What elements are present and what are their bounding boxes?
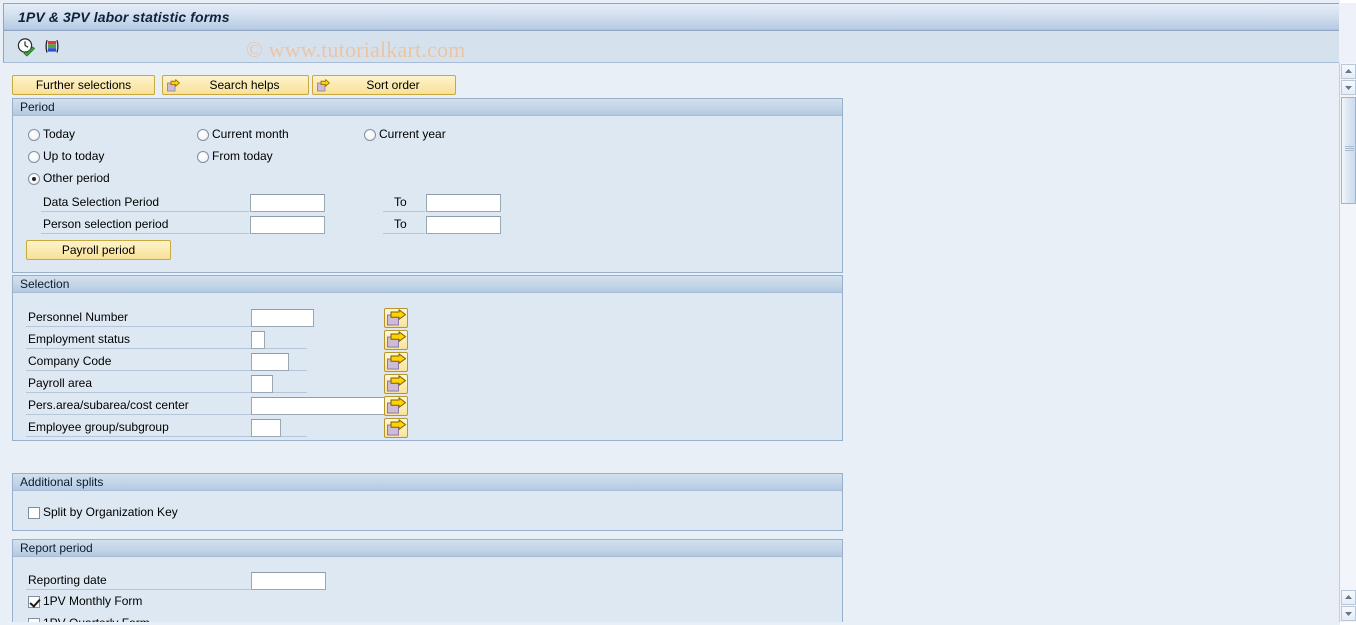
further-selections-button[interactable]: Further selections bbox=[12, 75, 155, 95]
radio-from-today[interactable] bbox=[197, 151, 209, 163]
sap-selection-screen: 1PV & 3PV labor statistic forms © www.tu… bbox=[0, 0, 1356, 625]
report-period-group-title: Report period bbox=[13, 540, 842, 557]
vertical-scrollbar[interactable] bbox=[1339, 63, 1356, 622]
window-title-bar: 1PV & 3PV labor statistic forms bbox=[3, 3, 1350, 31]
radio-today-label: Today bbox=[43, 127, 76, 141]
radio-current-year-label: Current year bbox=[379, 127, 446, 141]
personnel-number-multiselect-button[interactable] bbox=[384, 308, 408, 328]
company-code-multiselect-button[interactable] bbox=[384, 352, 408, 372]
personnel-number-label: Personnel Number bbox=[28, 310, 129, 324]
arrow-right-icon bbox=[167, 79, 180, 92]
report-period-group: Report period Reporting date 1PV Monthly… bbox=[12, 539, 843, 622]
radio-current-month-label: Current month bbox=[212, 127, 289, 141]
person-selection-period-from-input[interactable] bbox=[250, 216, 325, 234]
reporting-date-input[interactable] bbox=[251, 572, 326, 590]
employee-group-subgroup-label: Employee group/subgroup bbox=[28, 420, 169, 434]
selection-group-title: Selection bbox=[13, 276, 842, 293]
employment-status-multiselect-button[interactable] bbox=[384, 330, 408, 350]
arrow-right-icon bbox=[317, 79, 330, 92]
person-selection-period-to-label: To bbox=[394, 217, 407, 231]
company-code-input[interactable] bbox=[251, 353, 289, 371]
payroll-area-multiselect-button[interactable] bbox=[384, 374, 408, 394]
checkbox-split-by-organization-key[interactable] bbox=[28, 507, 40, 519]
radio-current-year[interactable] bbox=[364, 129, 376, 141]
radio-current-month[interactable] bbox=[197, 129, 209, 141]
period-group: Period Today Current month Current year … bbox=[12, 98, 843, 273]
additional-splits-group-title: Additional splits bbox=[13, 474, 842, 491]
search-helps-label: Search helps bbox=[209, 78, 280, 92]
pers-area-subarea-cost-center-input[interactable] bbox=[251, 397, 395, 415]
field-underline bbox=[41, 233, 249, 234]
employment-status-input[interactable] bbox=[251, 331, 265, 349]
checkbox-1pv-monthly-form[interactable] bbox=[28, 596, 40, 608]
search-helps-button[interactable]: Search helps bbox=[162, 75, 309, 95]
pers-area-multiselect-button[interactable] bbox=[384, 396, 408, 416]
company-code-label: Company Code bbox=[28, 354, 112, 368]
field-underline bbox=[383, 211, 425, 212]
radio-today[interactable] bbox=[28, 129, 40, 141]
scrollbar-grip bbox=[1345, 146, 1354, 151]
pers-area-subarea-cost-center-label: Pers.area/subarea/cost center bbox=[28, 398, 189, 412]
scroll-down-button-top[interactable] bbox=[1341, 80, 1356, 95]
radio-from-today-label: From today bbox=[212, 149, 273, 163]
payroll-period-button[interactable]: Payroll period bbox=[26, 240, 171, 260]
radio-up-to-today-label: Up to today bbox=[43, 149, 105, 163]
execute-clock-icon[interactable] bbox=[16, 37, 36, 57]
additional-splits-group: Additional splits Split by Organization … bbox=[12, 473, 843, 531]
data-selection-period-from-input[interactable] bbox=[250, 194, 325, 212]
employment-status-label: Employment status bbox=[28, 332, 131, 346]
checkbox-1pv-monthly-form-label: 1PV Monthly Form bbox=[43, 594, 143, 608]
application-toolbar bbox=[3, 31, 1350, 63]
data-selection-period-to-label: To bbox=[394, 195, 407, 209]
page-title: 1PV & 3PV labor statistic forms bbox=[18, 9, 230, 25]
scrollbar-thumb[interactable] bbox=[1341, 97, 1356, 204]
variants-icon[interactable] bbox=[42, 37, 62, 57]
radio-other-period[interactable] bbox=[28, 173, 40, 185]
scroll-down-button-bottom[interactable] bbox=[1341, 606, 1356, 621]
employee-group-subgroup-input[interactable] bbox=[251, 419, 281, 437]
personnel-number-input[interactable] bbox=[251, 309, 314, 327]
radio-up-to-today[interactable] bbox=[28, 151, 40, 163]
field-underline bbox=[41, 211, 249, 212]
sort-order-label: Sort order bbox=[366, 78, 420, 92]
person-selection-period-label: Person selection period bbox=[43, 217, 169, 231]
reporting-date-label: Reporting date bbox=[28, 573, 107, 587]
checkbox-1pv-quarterly-form-label: 1PV Quarterly Form bbox=[43, 616, 150, 622]
scroll-up-button-bottom[interactable] bbox=[1341, 590, 1356, 605]
person-selection-period-to-input[interactable] bbox=[426, 216, 501, 234]
selection-screen-content: Further selections Search helps Sort ord… bbox=[3, 63, 1323, 622]
payroll-period-label: Payroll period bbox=[61, 243, 136, 257]
data-selection-period-label: Data Selection Period bbox=[43, 195, 160, 209]
employee-group-multiselect-button[interactable] bbox=[384, 418, 408, 438]
selection-group: Selection Personnel Number Employment st… bbox=[12, 275, 843, 441]
further-selections-label: Further selections bbox=[35, 78, 132, 92]
radio-other-period-label: Other period bbox=[43, 171, 110, 185]
checkbox-1pv-quarterly-form[interactable] bbox=[28, 618, 40, 622]
period-group-title: Period bbox=[13, 99, 842, 116]
header-scroll-gutter bbox=[1339, 3, 1356, 63]
scroll-up-button-top[interactable] bbox=[1341, 64, 1356, 79]
sort-order-button[interactable]: Sort order bbox=[312, 75, 456, 95]
data-selection-period-to-input[interactable] bbox=[426, 194, 501, 212]
payroll-area-label: Payroll area bbox=[28, 376, 93, 390]
checkbox-split-by-organization-key-label: Split by Organization Key bbox=[43, 505, 178, 519]
field-underline bbox=[383, 233, 425, 234]
payroll-area-input[interactable] bbox=[251, 375, 273, 393]
